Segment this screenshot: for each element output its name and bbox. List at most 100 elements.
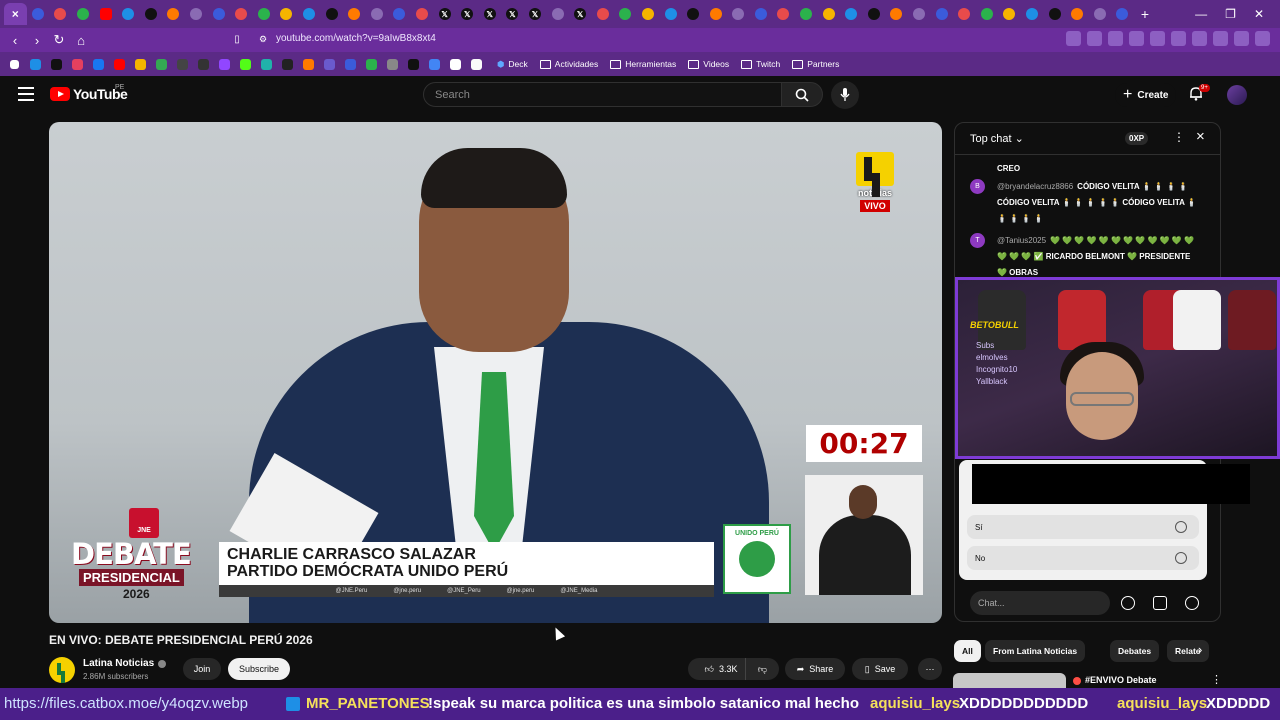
channel-avatar[interactable] xyxy=(49,657,75,683)
bookmark-favicon[interactable] xyxy=(363,56,380,73)
restore-icon[interactable]: ❐ xyxy=(1225,7,1236,21)
bookmark-favicon[interactable] xyxy=(405,56,422,73)
bookmark-favicon[interactable] xyxy=(132,56,149,73)
extension-icon[interactable] xyxy=(1108,31,1123,46)
close-window-icon[interactable]: ✕ xyxy=(1254,7,1264,21)
search-input[interactable]: Search xyxy=(423,82,782,107)
bookmark-favicon[interactable] xyxy=(447,56,464,73)
browser-tab[interactable] xyxy=(930,3,953,25)
back-icon[interactable]: ‹ xyxy=(4,29,26,51)
bookmark-favicon[interactable] xyxy=(237,56,254,73)
browser-tab[interactable] xyxy=(343,3,366,25)
browser-tab[interactable]: 𝕏 xyxy=(569,3,592,25)
browser-tab[interactable] xyxy=(863,3,886,25)
bookmark-favicon[interactable] xyxy=(468,56,485,73)
chip-from-channel[interactable]: From Latina Noticias xyxy=(985,640,1086,662)
subscribe-button[interactable]: Subscribe xyxy=(228,658,290,680)
chip-debates[interactable]: Debates xyxy=(1110,640,1160,662)
channel-name[interactable]: Latina Noticias xyxy=(83,658,154,669)
browser-tab[interactable] xyxy=(750,3,773,25)
browser-tab[interactable] xyxy=(1021,3,1044,25)
dislike-button[interactable]: 👎︎ xyxy=(745,658,779,680)
account-avatar[interactable] xyxy=(1227,85,1247,105)
bookmark-favicon[interactable] xyxy=(27,56,44,73)
bookmark-favicon[interactable] xyxy=(279,56,296,73)
bookmark-folder-herramientas[interactable]: Herramientas xyxy=(610,59,676,69)
chat-mode-dropdown[interactable]: Top chat ⌄ xyxy=(970,132,1024,145)
browser-tab[interactable] xyxy=(207,3,230,25)
browser-tab[interactable] xyxy=(411,3,434,25)
poll-option-no[interactable]: No xyxy=(967,546,1199,570)
more-actions-button[interactable]: ⋯ xyxy=(918,658,942,680)
chevron-right-icon[interactable]: › xyxy=(1198,642,1202,657)
menu-icon[interactable] xyxy=(1255,31,1270,46)
bookmark-folder-partners[interactable]: Partners xyxy=(792,59,839,69)
join-button[interactable]: Join xyxy=(183,658,221,680)
browser-tab[interactable]: × xyxy=(4,3,27,25)
browser-tab[interactable] xyxy=(591,3,614,25)
bookmark-folder-videos[interactable]: Videos xyxy=(688,59,729,69)
browser-tab[interactable] xyxy=(162,3,185,25)
browser-tab[interactable] xyxy=(795,3,818,25)
bookmark-favicon[interactable] xyxy=(321,56,338,73)
minimize-icon[interactable]: — xyxy=(1195,7,1207,21)
bookmark-favicon[interactable] xyxy=(342,56,359,73)
reload-icon[interactable]: ↻ xyxy=(48,29,70,51)
bookmark-favicon[interactable] xyxy=(69,56,86,73)
recommendation-title[interactable]: #ENVIVO Debate xyxy=(1085,675,1157,685)
browser-tab[interactable] xyxy=(546,3,569,25)
browser-tab[interactable] xyxy=(275,3,298,25)
bookmark-favicon[interactable] xyxy=(258,56,275,73)
browser-tab[interactable] xyxy=(637,3,660,25)
search-button[interactable] xyxy=(781,82,823,107)
browser-tab[interactable] xyxy=(49,3,72,25)
browser-tab[interactable] xyxy=(320,3,343,25)
browser-tab[interactable]: 𝕏 xyxy=(433,3,456,25)
browser-tab[interactable] xyxy=(94,3,117,25)
xp-badge[interactable]: 0XP xyxy=(1125,132,1149,145)
apps-icon[interactable] xyxy=(6,56,23,73)
browser-tab[interactable] xyxy=(1066,3,1089,25)
more-vertical-icon[interactable]: ⋮ xyxy=(1173,130,1185,144)
extension-icon[interactable] xyxy=(1192,31,1207,46)
browser-tab[interactable] xyxy=(614,3,637,25)
bookmark-favicon[interactable] xyxy=(384,56,401,73)
extension-icon[interactable] xyxy=(1129,31,1144,46)
create-button[interactable]: + Create xyxy=(1115,83,1177,107)
browser-tab[interactable] xyxy=(908,3,931,25)
browser-tab[interactable] xyxy=(27,3,50,25)
more-vertical-icon[interactable]: ⋮ xyxy=(1211,673,1222,686)
browser-tab[interactable] xyxy=(953,3,976,25)
bookmark-favicon[interactable] xyxy=(153,56,170,73)
extension-icon[interactable] xyxy=(1171,31,1186,46)
browser-tab[interactable] xyxy=(998,3,1021,25)
browser-tab[interactable] xyxy=(117,3,140,25)
new-tab-button[interactable]: + xyxy=(1134,3,1157,25)
browser-tab[interactable] xyxy=(140,3,163,25)
extension-icon[interactable] xyxy=(1213,31,1228,46)
save-button[interactable]: ▯ Save xyxy=(852,658,908,680)
bookmark-favicon[interactable] xyxy=(300,56,317,73)
bookmark-favicon[interactable] xyxy=(216,56,233,73)
browser-tab[interactable]: 𝕏 xyxy=(501,3,524,25)
browser-tab[interactable] xyxy=(1089,3,1112,25)
bookmark-favicon[interactable] xyxy=(48,56,65,73)
browser-tab[interactable] xyxy=(772,3,795,25)
hamburger-menu-icon[interactable] xyxy=(18,87,34,101)
browser-tab[interactable] xyxy=(976,3,999,25)
browser-tab[interactable] xyxy=(885,3,908,25)
bookmark-favicon[interactable] xyxy=(174,56,191,73)
chat-avatar[interactable]: B xyxy=(970,179,985,194)
url-text[interactable]: youtube.com/watch?v=9aIwB8x8xt4 xyxy=(276,33,436,44)
extension-icon[interactable] xyxy=(1066,31,1081,46)
video-player[interactable]: noticias VIVO 00:27 UNIDO PERÚ CHARLIE C… xyxy=(49,122,942,623)
share-button[interactable]: ➦ Share xyxy=(785,658,845,680)
browser-tab[interactable]: 𝕏 xyxy=(478,3,501,25)
browser-tab[interactable] xyxy=(1111,3,1134,25)
voice-search-button[interactable] xyxy=(831,81,859,109)
browser-tab[interactable] xyxy=(817,3,840,25)
browser-tab[interactable] xyxy=(704,3,727,25)
chat-author[interactable]: @Tanius2025 xyxy=(997,236,1046,245)
bookmark-folder-actividades[interactable]: Actividades xyxy=(539,59,598,69)
browser-tab[interactable] xyxy=(659,3,682,25)
